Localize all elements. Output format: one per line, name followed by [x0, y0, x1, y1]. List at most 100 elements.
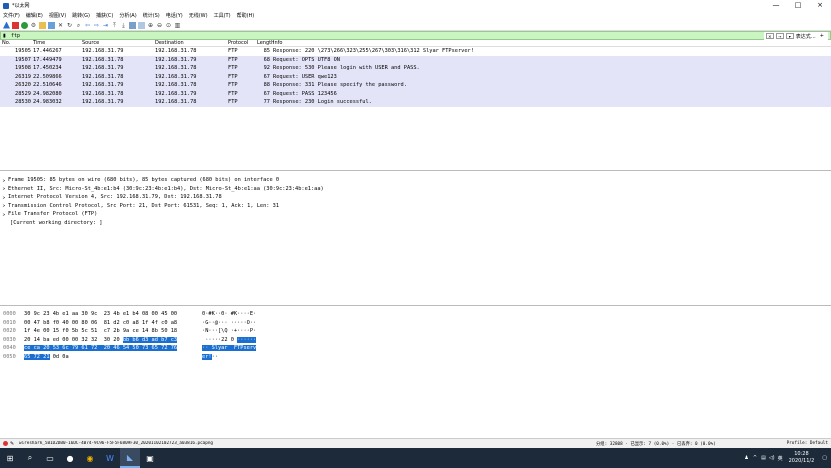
ascii-bytes[interactable]: 0·#K··0· #K····E· — [202, 311, 272, 317]
windows-start-icon[interactable]: ⊞ — [0, 448, 20, 468]
zoom-reset-icon[interactable]: ⊙ — [165, 22, 172, 29]
menu-wireless[interactable]: 无线(W) — [189, 12, 208, 19]
minimize-button[interactable]: — — [765, 0, 787, 11]
word-app-icon[interactable]: W — [100, 448, 120, 468]
browser-app-icon[interactable]: ● — [60, 448, 80, 468]
autoscroll-icon[interactable] — [129, 21, 136, 29]
find-icon[interactable]: ⌕ — [75, 22, 82, 29]
search-icon[interactable]: ⌕ — [20, 448, 40, 468]
expression-button[interactable]: 表达式… — [796, 33, 816, 40]
byte-row: 0000 30 9c 23 4b e1 aa 30 9c 23 4b e1 b4 … — [0, 310, 831, 319]
packet-row[interactable]: 19507 17.449479 192.168.31.78 192.168.31.79… — [0, 55, 831, 64]
detail-tree-row[interactable]: > Internet Protocol Version 4, Src: 192.1… — [0, 193, 831, 202]
column-header-source[interactable]: Source — [82, 40, 155, 46]
save-file-icon[interactable] — [48, 21, 55, 29]
clock[interactable]: 10:28 2020/11/2 — [789, 451, 815, 465]
packet-row[interactable]: 26319 22.509866 192.168.31.78 192.168.31.79… — [0, 72, 831, 81]
restart-capture-icon[interactable] — [21, 21, 28, 29]
menu-go[interactable]: 跳转(G) — [72, 12, 90, 19]
ascii-bytes[interactable]: er!·· — [202, 353, 272, 360]
back-icon[interactable]: ⇦ — [84, 22, 91, 29]
hex-bytes[interactable]: ce ca 20 53 6c 79 61 72 20 46 54 50 73 6… — [24, 345, 202, 352]
bookmark-filter-icon[interactable]: ▮ — [3, 33, 9, 39]
clear-filter-button[interactable]: ✕ — [765, 33, 774, 39]
profile-label[interactable]: Profile: Default — [786, 441, 831, 446]
resize-columns-icon[interactable]: ▥ — [174, 22, 181, 29]
detail-rows: > Frame 19505: 85 bytes on wire (680 bits… — [0, 176, 831, 227]
menu-edit[interactable]: 编辑(E) — [26, 12, 43, 19]
hex-bytes[interactable]: 65 72 21 0d 0a — [24, 353, 202, 360]
forward-icon[interactable]: ⇨ — [93, 22, 100, 29]
volume-icon[interactable]: ◁) — [769, 455, 775, 461]
expand-arrow-icon[interactable]: > — [0, 203, 8, 208]
expand-arrow-icon[interactable]: > — [0, 186, 8, 191]
hex-bytes[interactable]: 00 47 b8 f0 40 00 80 06 81 d2 c0 a8 1f 4… — [24, 320, 202, 326]
maximize-button[interactable]: □ — [787, 0, 809, 11]
menu-capture[interactable]: 捕获(C) — [96, 12, 113, 19]
ascii-bytes[interactable]: ·····22 0 ······ — [202, 336, 272, 343]
zoom-in-icon[interactable]: ⊕ — [147, 22, 154, 29]
recent-filters-dropdown[interactable]: ▾ — [785, 33, 794, 39]
other-app-icon[interactable]: ▣ — [140, 448, 160, 468]
expand-arrow-icon[interactable]: > — [0, 212, 8, 217]
options-gear-icon[interactable]: ⚙ — [30, 22, 37, 29]
menu-file[interactable]: 文件(F) — [3, 12, 20, 19]
menu-analyze[interactable]: 分析(A) — [119, 12, 136, 19]
close-file-icon[interactable]: ✕ — [57, 22, 64, 29]
start-capture-icon[interactable] — [3, 21, 10, 29]
apply-filter-button[interactable]: → — [775, 33, 784, 39]
close-button[interactable]: × — [809, 0, 831, 11]
ascii-bytes[interactable]: ·G··@··· ·····O·· — [202, 320, 272, 326]
ascii-bytes[interactable]: ·· Slyar FTPserv — [202, 345, 272, 352]
hex-bytes[interactable]: 20 14 ba ed 00 00 32 32 30 20 bb b6 d3 a… — [24, 336, 202, 343]
hex-bytes[interactable]: 1f 4e 00 15 f0 5b 5c 51 c7 2b 9a ce 14 8… — [24, 328, 202, 334]
zoom-out-icon[interactable]: ⊖ — [156, 22, 163, 29]
menu-view[interactable]: 视图(V) — [49, 12, 66, 19]
last-packet-icon[interactable]: ⤓ — [120, 22, 127, 29]
packet-row[interactable]: 28529 24.982080 192.168.31.78 192.168.31.79… — [0, 89, 831, 98]
column-header-protocol[interactable]: Protocol — [228, 40, 257, 46]
packet-row[interactable]: 28530 24.983032 192.168.31.79 192.168.31.78… — [0, 98, 831, 107]
first-packet-icon[interactable]: ⤒ — [111, 22, 118, 29]
add-filter-button[interactable]: + — [820, 33, 824, 39]
packet-row[interactable]: 26320 22.510646 192.168.31.79 192.168.31.78… — [0, 81, 831, 90]
detail-tree-row[interactable]: > Frame 19505: 85 bytes on wire (680 bits… — [0, 176, 831, 185]
menu-tools[interactable]: 工具(T) — [214, 12, 231, 19]
task-view-icon[interactable]: ▭ — [40, 448, 60, 468]
column-header-info[interactable]: Info — [273, 40, 831, 46]
expand-arrow-icon[interactable]: > — [0, 195, 8, 200]
stop-capture-icon[interactable] — [12, 21, 19, 29]
packet-row[interactable]: 19505 17.446267 192.168.31.79 192.168.31.78… — [0, 47, 831, 56]
display-filter-input[interactable]: ftp — [11, 33, 20, 39]
comment-pen-icon[interactable]: ✎ — [10, 441, 16, 447]
column-header-length[interactable]: Length — [257, 40, 274, 46]
ime-language[interactable]: 英 — [778, 455, 783, 462]
menu-statistics[interactable]: 统计(S) — [143, 12, 160, 19]
wireshark-app-icon[interactable]: ◣ — [120, 448, 140, 468]
tray-arrow-icon[interactable]: ^ — [753, 455, 757, 461]
column-header-time[interactable]: Time — [33, 40, 82, 46]
clock-date: 2020/11/2 — [788, 458, 815, 464]
packet-row[interactable]: 19508 17.450234 192.168.31.79 192.168.31.78… — [0, 64, 831, 73]
reload-icon[interactable]: ↻ — [66, 22, 73, 29]
menu-help[interactable]: 帮助(H) — [237, 12, 255, 19]
detail-tree-row[interactable]: > Ethernet II, Src: Micro-St_4b:e1:b4 (30… — [0, 185, 831, 194]
expand-arrow-icon[interactable]: > — [0, 178, 8, 183]
menu-telephony[interactable]: 电话(Y) — [166, 12, 183, 19]
network-icon[interactable]: ▤ — [761, 455, 766, 461]
goto-icon[interactable]: ⇥ — [102, 22, 109, 29]
user-icon[interactable]: ♟ — [744, 455, 748, 461]
detail-tree-row[interactable]: > Transmission Control Protocol, Src Port… — [0, 202, 831, 211]
chrome-app-icon[interactable]: ◉ — [80, 448, 100, 468]
detail-tree-row[interactable]: > File Transfer Protocol (FTP) — [0, 210, 831, 219]
ascii-bytes[interactable]: ·N···[\Q ·+····P· — [202, 328, 272, 334]
hex-bytes[interactable]: 30 9c 23 4b e1 aa 30 9c 23 4b e1 b4 08 0… — [24, 311, 202, 317]
detail-tree-row[interactable]: [Current working directory: ] — [0, 219, 831, 228]
column-header-destination[interactable]: Destination — [155, 40, 228, 46]
column-header-no[interactable]: No. — [0, 40, 33, 46]
open-file-icon[interactable] — [39, 21, 46, 29]
expert-info-icon[interactable] — [3, 441, 8, 446]
colorize-icon[interactable] — [138, 21, 145, 29]
byte-offset: 0030 — [3, 336, 16, 343]
notification-icon[interactable]: ▢ — [822, 455, 827, 461]
